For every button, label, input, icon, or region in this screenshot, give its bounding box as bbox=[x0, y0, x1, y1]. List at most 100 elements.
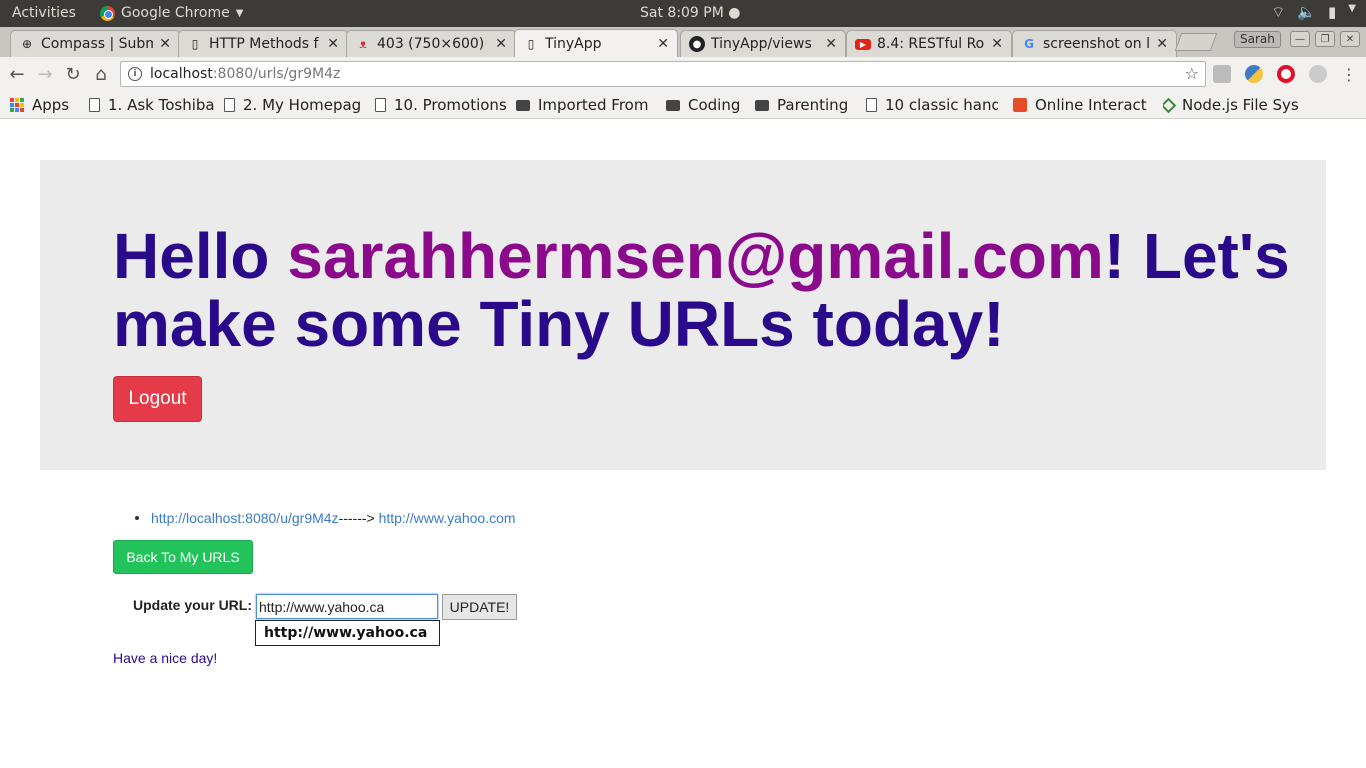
bookmark-label: Apps bbox=[32, 96, 70, 114]
cat-icon: ᴥ bbox=[359, 37, 367, 51]
volume-icon: 🔈 bbox=[1297, 3, 1317, 21]
footer-message: Have a nice day! bbox=[113, 650, 218, 666]
page-icon bbox=[375, 98, 386, 112]
list-item: http://localhost:8080/u/gr9M4z ------> ht… bbox=[135, 510, 516, 526]
tab[interactable]: ▶ 8.4: RESTful Rou ✕ bbox=[846, 30, 1012, 57]
tab[interactable]: ⊕ Compass | Subm ✕ bbox=[10, 30, 180, 57]
greeting-prefix: Hello bbox=[113, 220, 288, 292]
back-arrow-icon[interactable]: ← bbox=[6, 63, 28, 85]
apps-grid-icon bbox=[10, 98, 24, 112]
bookmark-apps[interactable]: Apps bbox=[10, 96, 69, 114]
update-url-label: Update your URL: bbox=[133, 597, 252, 613]
opera-icon[interactable] bbox=[1277, 65, 1295, 83]
update-url-input[interactable] bbox=[256, 594, 438, 619]
bookmark-label: Imported From I bbox=[538, 96, 654, 114]
html5-icon bbox=[1013, 98, 1027, 112]
nodejs-icon bbox=[1163, 97, 1177, 113]
bookmark-folder[interactable]: Coding bbox=[666, 96, 740, 114]
bookmark-item[interactable]: Node.js File Syst bbox=[1163, 96, 1299, 114]
folder-icon bbox=[755, 99, 769, 111]
page-icon bbox=[866, 98, 877, 112]
bookmark-item[interactable]: 10 classic hand-c bbox=[866, 96, 998, 114]
tab[interactable]: G screenshot on li ✕ bbox=[1012, 30, 1177, 57]
autocomplete-suggestion[interactable]: http://www.yahoo.ca bbox=[255, 620, 440, 646]
system-tray[interactable]: ⌔ 🔈 ▮ ▼ bbox=[1271, 3, 1356, 22]
page-title: Hello sarahhermsen@gmail.com! Let's make… bbox=[113, 222, 1293, 358]
page-content: Hello sarahhermsen@gmail.com! Let's make… bbox=[0, 120, 1366, 768]
bookmark-label: 10. Promotions bbox=[394, 96, 507, 114]
youtube-icon: ▶ bbox=[855, 38, 871, 50]
bookmark-folder[interactable]: Parenting bbox=[755, 96, 848, 114]
bookmark-label: 2. My Homepage bbox=[243, 96, 362, 114]
tab[interactable]: ▯ HTTP Methods f ✕ bbox=[178, 30, 348, 57]
address-host: localhost bbox=[150, 66, 213, 82]
system-top-bar: Activities Google Chrome ▼ Sat 8:09 PM ●… bbox=[0, 0, 1366, 27]
forward-arrow-icon[interactable]: → bbox=[34, 63, 56, 85]
maximize-icon[interactable]: ❐ bbox=[1315, 31, 1335, 47]
long-url-link[interactable]: http://www.yahoo.com bbox=[379, 510, 516, 526]
bookmarks-bar: Apps 1. Ask Toshiba 2. My Homepage 10. P… bbox=[0, 91, 1366, 119]
logout-button[interactable]: Logout bbox=[113, 376, 202, 422]
tab[interactable]: ● TinyApp/views ✕ bbox=[680, 30, 846, 57]
new-tab-button[interactable] bbox=[1174, 33, 1218, 51]
chevron-down-icon: ▼ bbox=[235, 7, 244, 19]
close-icon[interactable]: ✕ bbox=[825, 36, 837, 52]
minimize-icon[interactable]: — bbox=[1290, 31, 1310, 47]
bookmark-item[interactable]: Online Interacti bbox=[1013, 96, 1148, 114]
menu-icon[interactable]: ⋮ bbox=[1338, 63, 1360, 85]
bookmark-label: 1. Ask Toshiba bbox=[108, 96, 214, 114]
folder-icon bbox=[516, 99, 530, 111]
update-button[interactable]: UPDATE! bbox=[442, 594, 517, 620]
page-icon: ▯ bbox=[527, 36, 535, 51]
tab-title: 403 (750×600) bbox=[377, 36, 485, 52]
github-icon: ● bbox=[689, 36, 705, 52]
url-list: http://localhost:8080/u/gr9M4z ------> ht… bbox=[135, 510, 516, 526]
jumbotron: Hello sarahhermsen@gmail.com! Let's make… bbox=[40, 160, 1326, 470]
activities-button[interactable]: Activities bbox=[12, 5, 76, 21]
tab-title: HTTP Methods f bbox=[209, 36, 319, 52]
arrow-text: ------> bbox=[338, 510, 375, 526]
app-menu[interactable]: Google Chrome ▼ bbox=[100, 5, 243, 21]
tab-active[interactable]: ▯ TinyApp ✕ bbox=[514, 29, 678, 57]
bookmark-item[interactable]: 10. Promotions bbox=[375, 96, 507, 114]
extension-icon[interactable] bbox=[1213, 65, 1231, 83]
bookmark-label: Node.js File Syst bbox=[1182, 96, 1299, 114]
page-icon bbox=[224, 98, 235, 112]
tab-title: TinyApp/views bbox=[711, 36, 812, 52]
close-icon[interactable]: ✕ bbox=[657, 36, 669, 52]
close-icon[interactable]: ✕ bbox=[991, 36, 1003, 52]
reload-icon[interactable]: ↻ bbox=[62, 63, 84, 85]
close-icon[interactable]: ✕ bbox=[159, 36, 171, 52]
tab-title: Compass | Subm bbox=[41, 36, 154, 52]
page-icon bbox=[89, 98, 100, 112]
extension-icon[interactable] bbox=[1309, 65, 1327, 83]
home-icon[interactable]: ⌂ bbox=[90, 63, 112, 85]
close-icon[interactable]: ✕ bbox=[1156, 36, 1168, 52]
chrome-icon bbox=[100, 5, 115, 21]
bullet bbox=[135, 516, 139, 520]
tab[interactable]: ᴥ 403 (750×600) ✕ bbox=[346, 30, 516, 57]
tab-title: screenshot on li bbox=[1043, 36, 1151, 52]
short-url-link[interactable]: http://localhost:8080/u/gr9M4z bbox=[151, 510, 339, 526]
page-icon: ▯ bbox=[191, 37, 199, 51]
address-path: :8080/urls/gr9M4z bbox=[212, 66, 341, 82]
google-icon: G bbox=[1024, 37, 1034, 51]
address-bar[interactable]: i localhost:8080/urls/gr9M4z ☆ bbox=[120, 61, 1206, 87]
folder-icon bbox=[666, 99, 680, 111]
close-icon[interactable]: ✕ bbox=[327, 36, 339, 52]
clock[interactable]: Sat 8:09 PM ● bbox=[640, 5, 740, 21]
bookmark-item[interactable]: 1. Ask Toshiba bbox=[89, 96, 214, 114]
python-extension-icon[interactable] bbox=[1245, 65, 1263, 83]
tab-title: 8.4: RESTful Rou bbox=[877, 36, 986, 52]
profile-button[interactable]: Sarah bbox=[1234, 31, 1281, 48]
close-window-icon[interactable]: ✕ bbox=[1340, 31, 1360, 47]
close-icon[interactable]: ✕ bbox=[495, 36, 507, 52]
bookmark-folder[interactable]: Imported From I bbox=[516, 96, 654, 114]
info-icon[interactable]: i bbox=[128, 67, 142, 81]
chevron-down-icon: ▼ bbox=[1348, 3, 1356, 14]
back-to-urls-button[interactable]: Back To My URLS bbox=[113, 540, 253, 574]
app-name: Google Chrome bbox=[121, 5, 230, 21]
bookmark-label: Parenting bbox=[777, 96, 849, 114]
bookmark-star-icon[interactable]: ☆ bbox=[1185, 64, 1199, 83]
bookmark-item[interactable]: 2. My Homepage bbox=[224, 96, 362, 114]
